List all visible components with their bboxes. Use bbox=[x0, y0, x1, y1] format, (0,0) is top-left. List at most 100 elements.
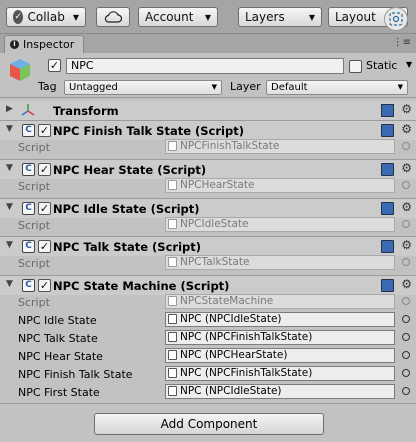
transform-title: Transform bbox=[53, 104, 119, 118]
transform-axis-icon bbox=[21, 104, 35, 116]
component-title: NPC Talk State (Script) bbox=[53, 240, 202, 254]
gameobject-active-checkbox[interactable]: ✓ bbox=[48, 59, 61, 72]
tab-label: Inspector bbox=[23, 38, 75, 51]
layers-button[interactable]: Layers ▼ bbox=[238, 7, 322, 27]
field-row: NPC First State NPC (NPCIdleState) bbox=[0, 383, 416, 401]
component-enabled-checkbox[interactable]: ✓ bbox=[38, 124, 51, 137]
object-field[interactable]: NPC (NPCIdleState) bbox=[165, 384, 395, 399]
object-field[interactable]: NPC (NPCFinishTalkState) bbox=[165, 366, 395, 381]
layer-dropdown[interactable]: Default ▼ bbox=[266, 80, 408, 95]
script-value: NPCIdleState bbox=[180, 218, 249, 230]
capture-icon bbox=[389, 12, 403, 26]
gear-icon[interactable]: ⚙ bbox=[401, 277, 412, 291]
divider bbox=[0, 403, 416, 404]
object-picker-icon bbox=[402, 258, 410, 266]
component-header[interactable]: ▼ C ✓ NPC Idle State (Script) ⚙ bbox=[0, 198, 416, 218]
collab-button[interactable]: ✓ Collab ▼ bbox=[6, 7, 86, 27]
collapse-arrow-icon[interactable]: ▼ bbox=[6, 163, 13, 173]
script-icon: C bbox=[22, 163, 35, 176]
object-field[interactable]: NPC (NPCIdleState) bbox=[165, 312, 395, 327]
help-book-icon[interactable] bbox=[381, 163, 394, 176]
script-icon: C bbox=[22, 279, 35, 292]
component-header[interactable]: ▼ C ✓ NPC Finish Talk State (Script) ⚙ bbox=[0, 120, 416, 140]
component-enabled-checkbox[interactable]: ✓ bbox=[38, 279, 51, 292]
cloud-button[interactable] bbox=[96, 7, 130, 27]
field-row: NPC Hear State NPC (NPCHearState) bbox=[0, 347, 416, 365]
script-file-icon bbox=[168, 386, 177, 396]
script-label: Script bbox=[18, 257, 50, 270]
chevron-down-icon: ▼ bbox=[308, 12, 315, 22]
cloud-icon bbox=[104, 11, 122, 23]
help-book-icon[interactable] bbox=[381, 104, 394, 117]
object-picker-icon bbox=[402, 181, 410, 189]
script-field: NPCFinishTalkState bbox=[165, 139, 395, 154]
script-icon: C bbox=[22, 124, 35, 137]
add-component-button[interactable]: Add Component bbox=[94, 413, 324, 435]
script-field: NPCHearState bbox=[165, 178, 395, 193]
tag-dropdown[interactable]: Untagged ▼ bbox=[64, 80, 222, 95]
gear-icon[interactable]: ⚙ bbox=[401, 238, 412, 252]
gear-icon[interactable]: ⚙ bbox=[401, 102, 412, 116]
screen-capture-button[interactable] bbox=[384, 7, 408, 31]
script-icon: C bbox=[22, 240, 35, 253]
script-file-icon bbox=[168, 219, 177, 229]
object-picker-icon[interactable] bbox=[402, 387, 410, 395]
help-book-icon[interactable] bbox=[381, 279, 394, 292]
collapse-arrow-icon[interactable]: ▼ bbox=[6, 279, 13, 289]
script-row: Script NPCFinishTalkState bbox=[0, 138, 416, 156]
object-picker-icon[interactable] bbox=[402, 369, 410, 377]
script-row: Script NPCStateMachine bbox=[0, 293, 416, 311]
static-checkbox[interactable] bbox=[349, 60, 362, 73]
object-field[interactable]: NPC (NPCFinishTalkState) bbox=[165, 330, 395, 345]
help-book-icon[interactable] bbox=[381, 202, 394, 215]
transform-component[interactable]: ▶ Transform ⚙ bbox=[0, 101, 416, 120]
script-file-icon bbox=[168, 314, 177, 324]
script-row: Script NPCIdleState bbox=[0, 216, 416, 234]
object-picker-icon[interactable] bbox=[402, 333, 410, 341]
collab-check-icon: ✓ bbox=[13, 10, 24, 24]
gear-icon[interactable]: ⚙ bbox=[401, 200, 412, 214]
object-picker-icon bbox=[402, 220, 410, 228]
field-value: NPC (NPCFinishTalkState) bbox=[180, 367, 313, 379]
collapse-arrow-icon[interactable]: ▼ bbox=[6, 124, 13, 134]
gear-icon[interactable]: ⚙ bbox=[401, 122, 412, 136]
gear-icon[interactable]: ⚙ bbox=[401, 161, 412, 175]
component-enabled-checkbox[interactable]: ✓ bbox=[38, 240, 51, 253]
chevron-down-icon: ▼ bbox=[211, 83, 217, 91]
account-button[interactable]: Account ▼ bbox=[138, 7, 218, 27]
layers-label: Layers bbox=[245, 10, 285, 24]
script-field: NPCStateMachine bbox=[165, 294, 395, 309]
expand-arrow-icon[interactable]: ▶ bbox=[6, 104, 13, 114]
help-book-icon[interactable] bbox=[381, 240, 394, 253]
chevron-down-icon: ▼ bbox=[204, 12, 211, 22]
gameobject-name-input[interactable]: NPC bbox=[66, 58, 344, 74]
object-field[interactable]: NPC (NPCHearState) bbox=[165, 348, 395, 363]
script-file-icon bbox=[168, 180, 177, 190]
collapse-arrow-icon[interactable]: ▼ bbox=[6, 202, 13, 212]
component-header[interactable]: ▼ C ✓ NPC Hear State (Script) ⚙ bbox=[0, 159, 416, 179]
static-dropdown-icon[interactable]: ▼ bbox=[406, 60, 412, 69]
tab-inspector[interactable]: i Inspector bbox=[4, 35, 84, 53]
component-title: NPC Idle State (Script) bbox=[53, 202, 200, 216]
info-icon: i bbox=[10, 40, 19, 49]
field-value: NPC (NPCIdleState) bbox=[180, 385, 282, 397]
component-enabled-checkbox[interactable]: ✓ bbox=[38, 163, 51, 176]
layout-label: Layout bbox=[335, 10, 376, 24]
script-value: NPCFinishTalkState bbox=[180, 140, 280, 152]
component-title: NPC Hear State (Script) bbox=[53, 163, 207, 177]
component-enabled-checkbox[interactable]: ✓ bbox=[38, 202, 51, 215]
component-header[interactable]: ▼ C ✓ NPC Talk State (Script) ⚙ bbox=[0, 236, 416, 256]
field-row: NPC Finish Talk State NPC (NPCFinishTalk… bbox=[0, 365, 416, 383]
help-book-icon[interactable] bbox=[381, 124, 394, 137]
tab-menu-icon[interactable]: ⋮≡ bbox=[393, 37, 411, 48]
object-picker-icon[interactable] bbox=[402, 351, 410, 359]
script-file-icon bbox=[168, 332, 177, 342]
component-header[interactable]: ▼ C ✓ NPC State Machine (Script) ⚙ bbox=[0, 275, 416, 295]
script-file-icon bbox=[168, 257, 177, 267]
script-value: NPCStateMachine bbox=[180, 295, 274, 307]
field-row: NPC Talk State NPC (NPCFinishTalkState) bbox=[0, 329, 416, 347]
toolbar: ✓ Collab ▼ Account ▼ Layers ▼ Layout bbox=[0, 0, 416, 34]
field-row: NPC Idle State NPC (NPCIdleState) bbox=[0, 311, 416, 329]
collapse-arrow-icon[interactable]: ▼ bbox=[6, 240, 13, 250]
object-picker-icon[interactable] bbox=[402, 315, 410, 323]
